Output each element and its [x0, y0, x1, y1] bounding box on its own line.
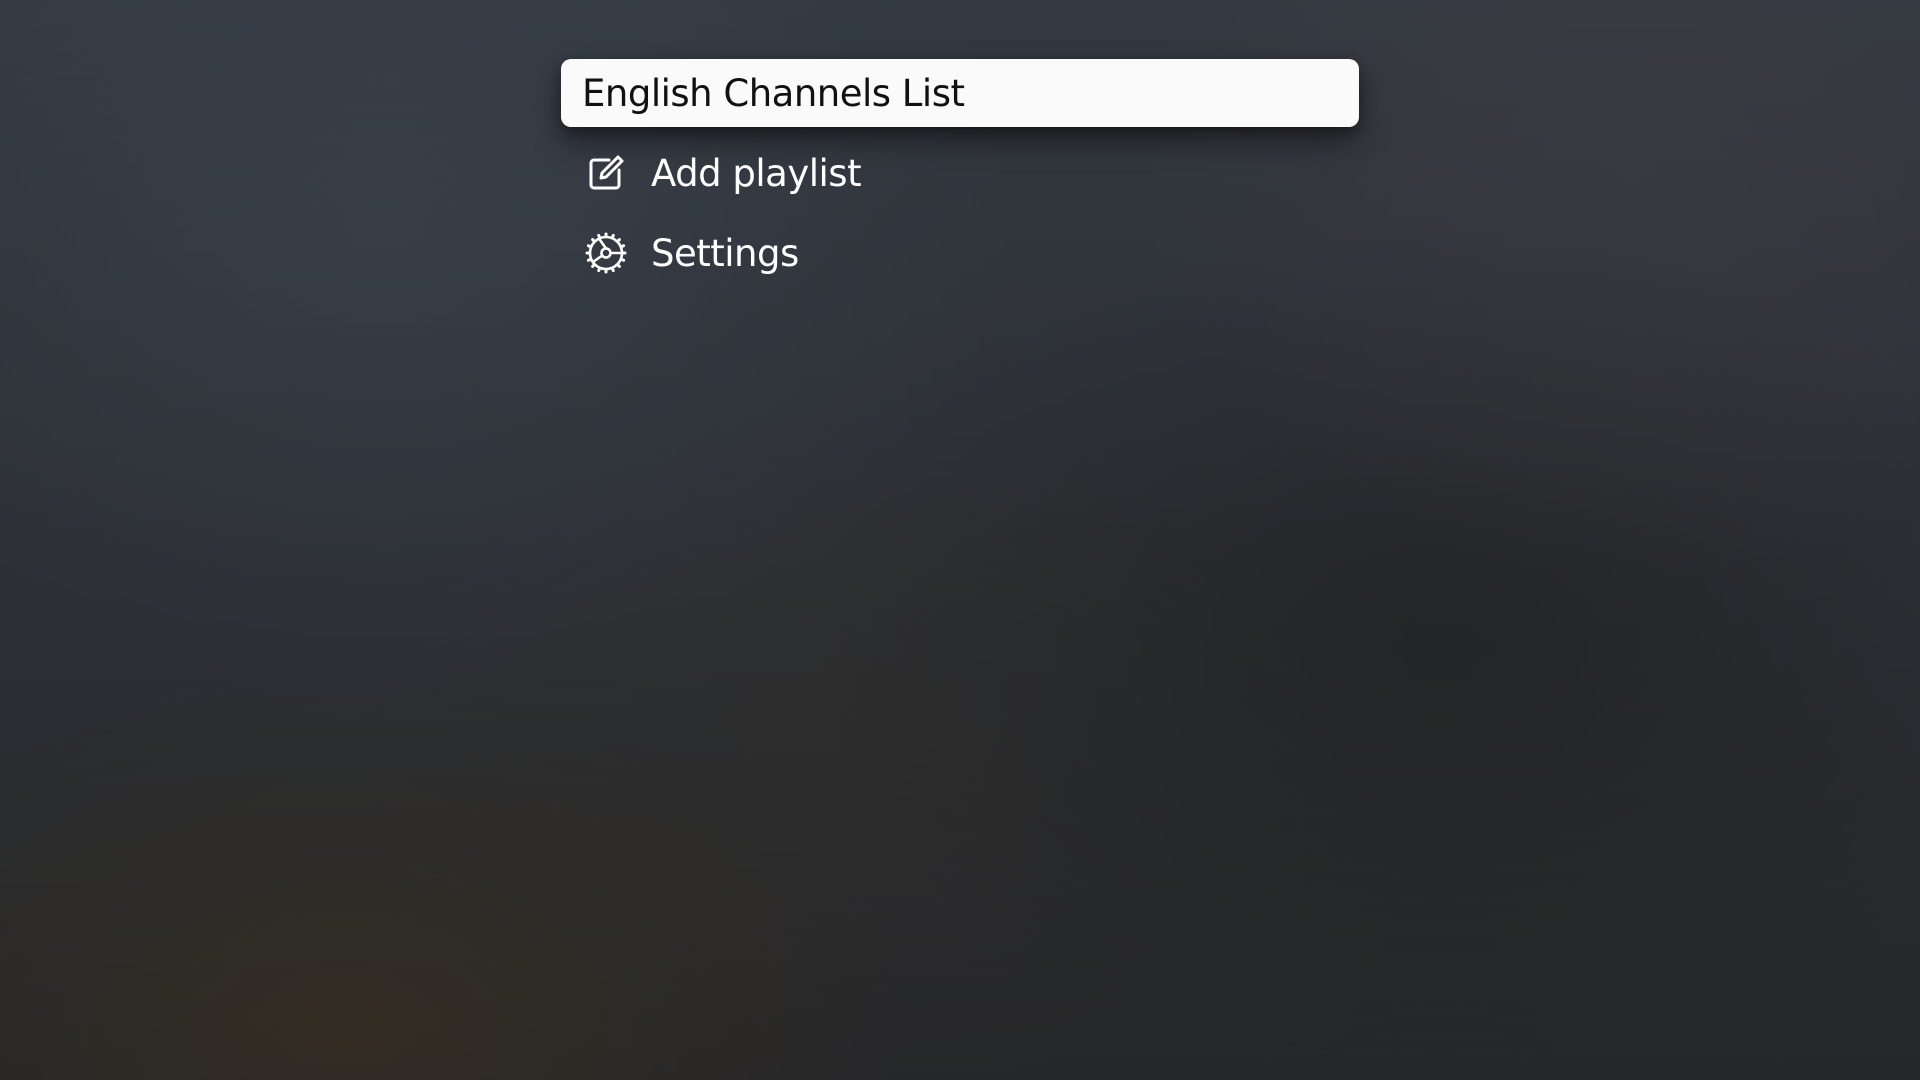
edit-square-icon	[585, 152, 627, 194]
menu-item-english-channels-list[interactable]: English Channels List	[561, 59, 1359, 127]
menu-item-settings[interactable]: Settings	[561, 219, 1359, 287]
main-menu: English Channels List Add playlist Setti…	[561, 59, 1359, 287]
menu-item-add-playlist[interactable]: Add playlist	[561, 139, 1359, 207]
gear-icon	[585, 232, 627, 274]
menu-item-label: English Channels List	[582, 71, 965, 115]
menu-item-label: Add playlist	[651, 151, 862, 195]
menu-item-label: Settings	[651, 231, 799, 275]
